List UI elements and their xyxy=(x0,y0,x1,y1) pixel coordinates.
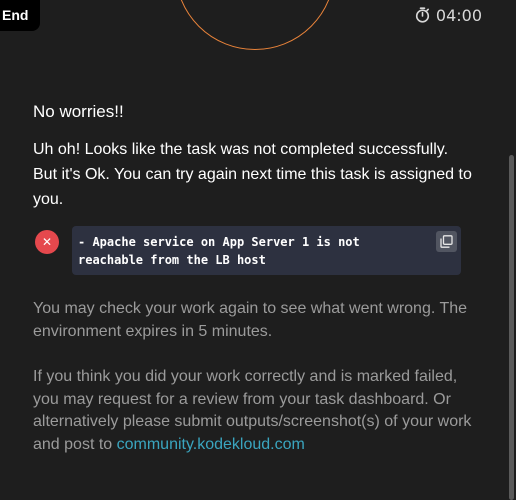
community-link[interactable]: community.kodekloud.com xyxy=(117,436,305,453)
copy-icon xyxy=(440,235,453,248)
timer-value: 04:00 xyxy=(435,5,482,25)
result-message: Uh oh! Looks like the task was not compl… xyxy=(33,141,472,208)
check-work-text: You may check your work again to see wha… xyxy=(33,300,468,340)
timer: 04:00 xyxy=(415,4,482,26)
error-text: - Apache service on App Server 1 is not … xyxy=(78,235,360,267)
result-content: No worries!! Uh oh! Looks like the task … xyxy=(33,100,473,212)
stopwatch-icon xyxy=(415,7,430,23)
end-button[interactable]: End xyxy=(0,0,40,31)
close-icon: ✕ xyxy=(35,230,59,254)
error-message-box: - Apache service on App Server 1 is not … xyxy=(72,226,461,275)
error-item: ✕ - Apache service on App Server 1 is no… xyxy=(35,226,461,275)
copy-button[interactable] xyxy=(436,231,457,252)
result-heading: No worries!! xyxy=(33,102,124,121)
scrollbar-thumb[interactable] xyxy=(509,155,514,500)
review-text: If you think you did your work correctly… xyxy=(33,366,473,456)
task-result-window: End 04:00 No worries!! Uh oh! Looks like… xyxy=(0,0,516,500)
top-bar: End 04:00 xyxy=(0,0,516,32)
